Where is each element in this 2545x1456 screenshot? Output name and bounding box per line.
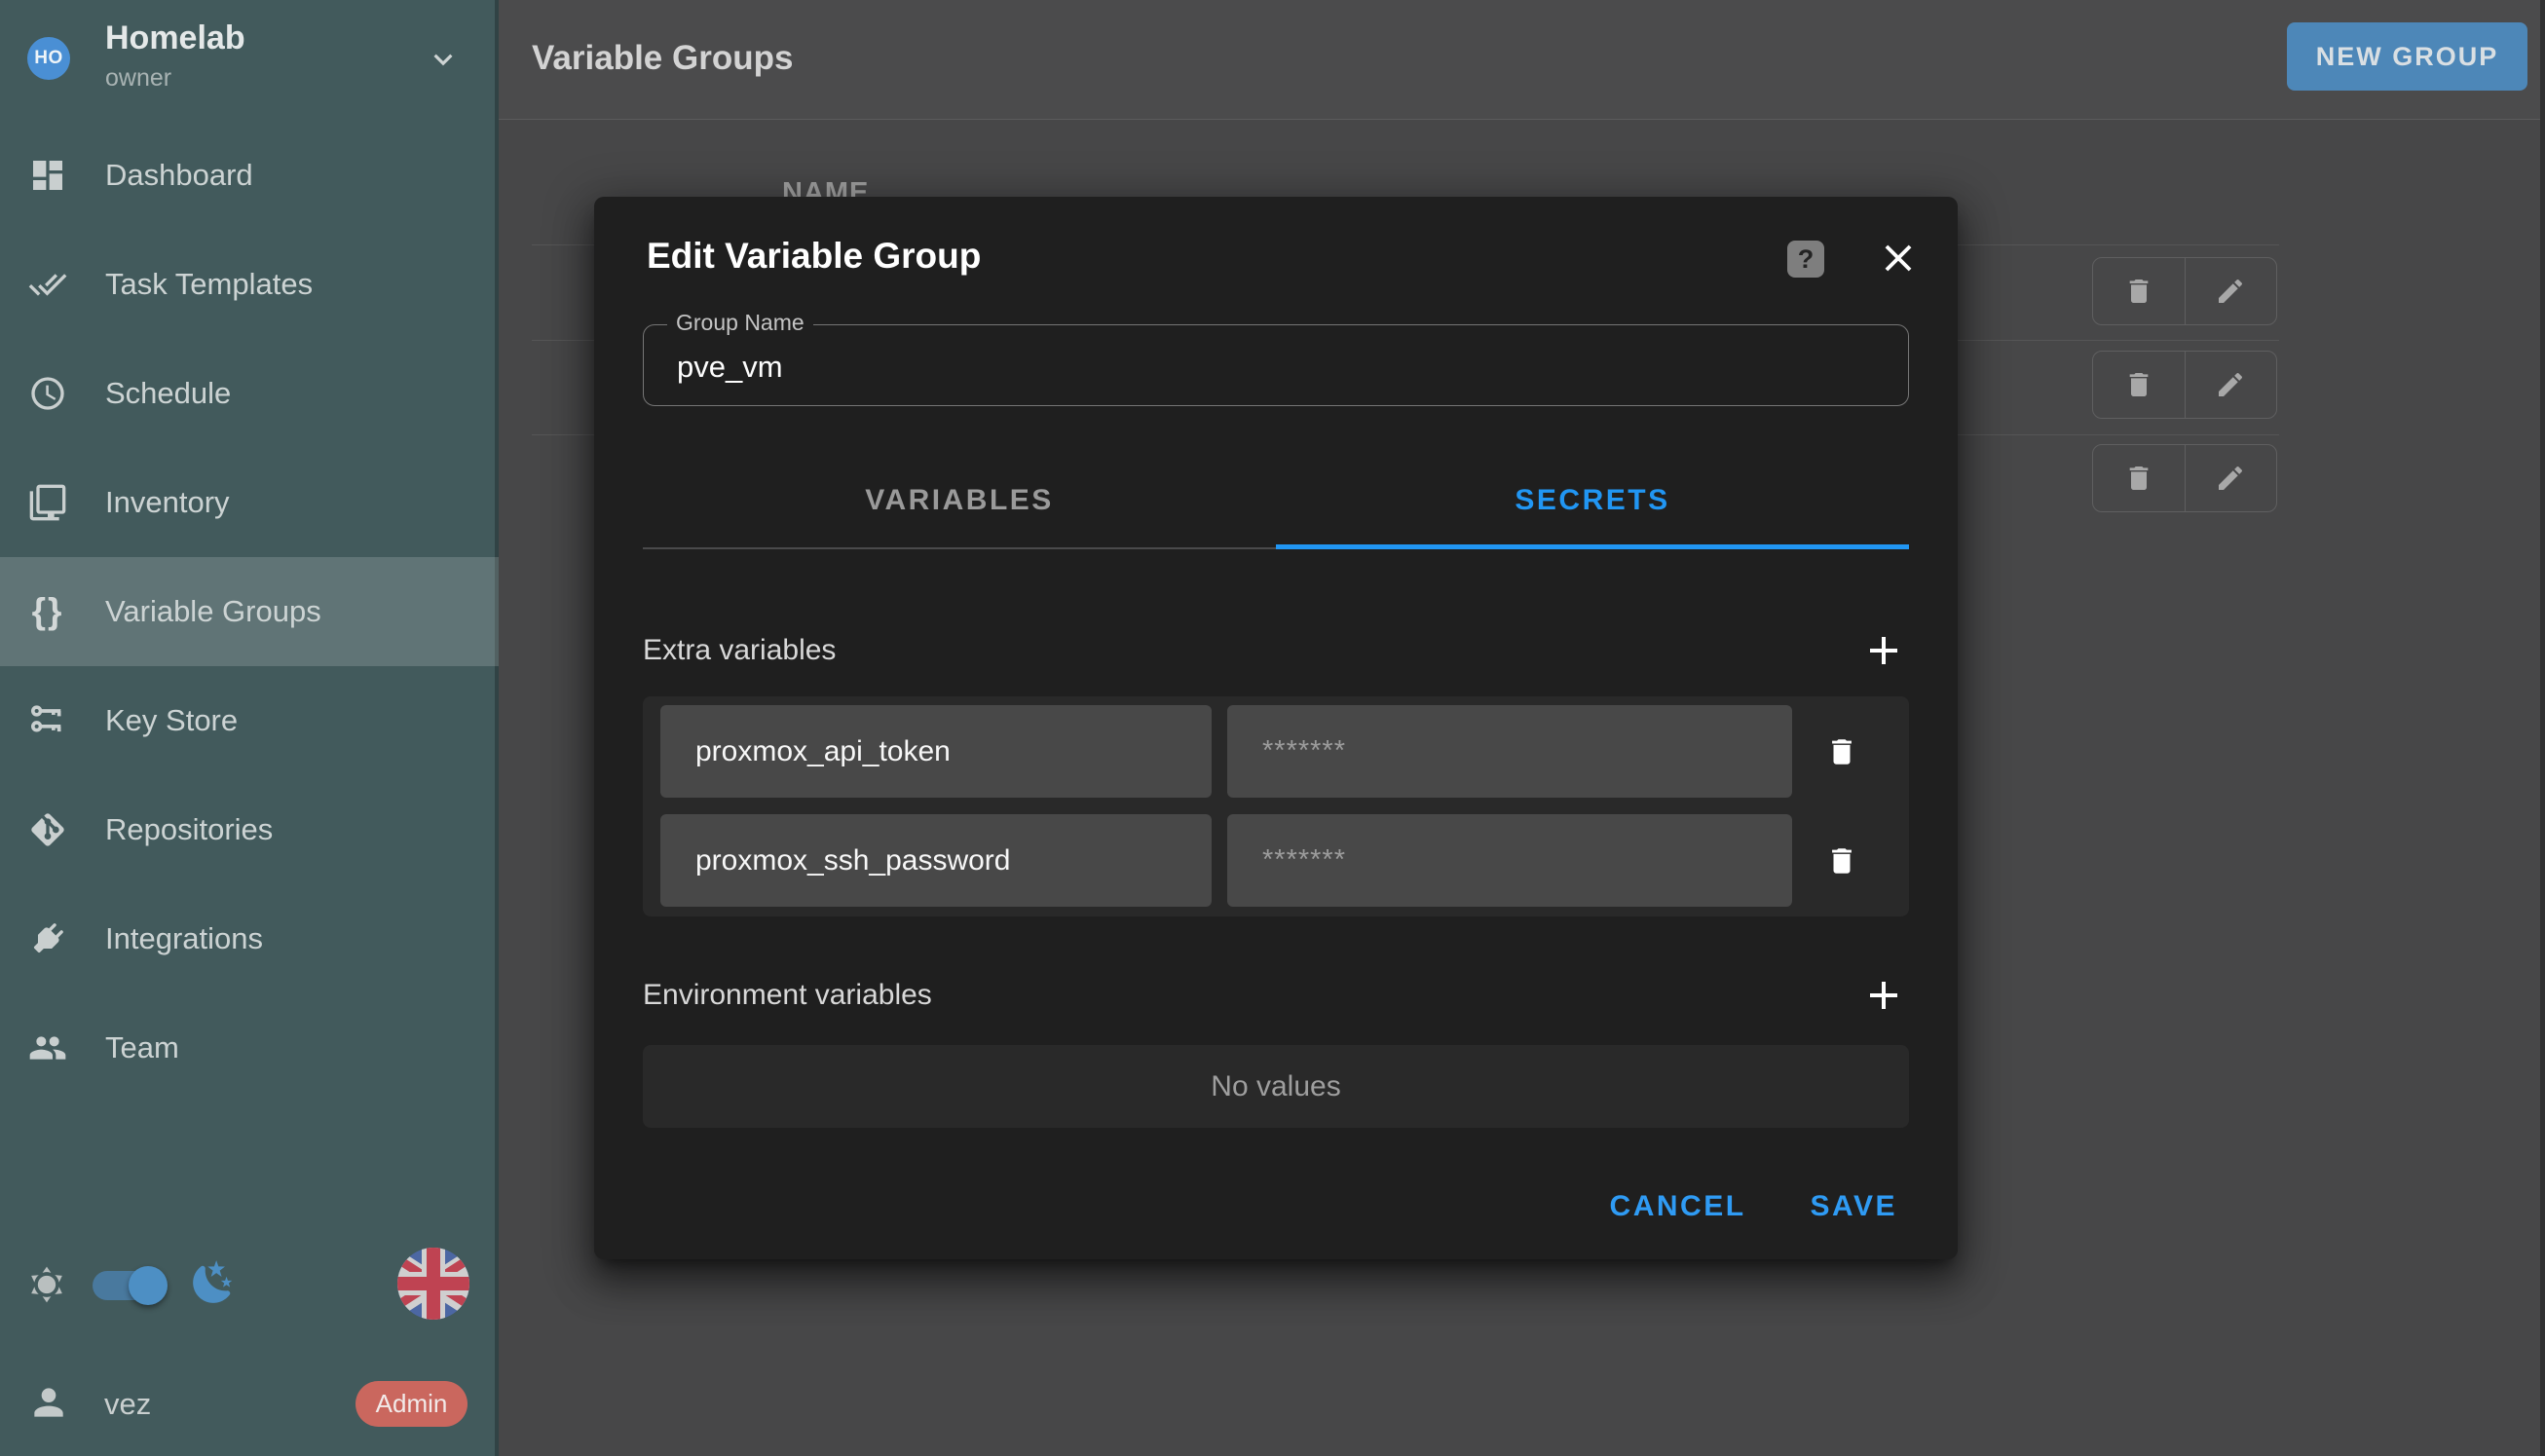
edit-group-button[interactable] (2185, 352, 2277, 418)
toggle-knob (129, 1266, 168, 1305)
pencil-icon (2215, 463, 2246, 494)
save-button[interactable]: SAVE (1793, 1178, 1915, 1235)
edit-variable-group-dialog: Edit Variable Group ? Group Name pve_vm … (594, 197, 1958, 1259)
extra-variables-label: Extra variables (643, 634, 836, 667)
git-icon (27, 809, 68, 850)
dark-mode-toggle[interactable] (93, 1271, 166, 1300)
dashboard-icon (27, 155, 68, 196)
environment-variables-header: Environment variables (643, 968, 1909, 1023)
edit-group-button[interactable] (2185, 445, 2277, 511)
monitor-icon (27, 482, 68, 523)
trash-icon (1825, 844, 1858, 877)
dialog-tabs: VARIABLES SECRETS (643, 452, 1909, 549)
project-switcher[interactable]: HO Homelab owner (0, 0, 499, 117)
sidebar-item-label: Repositories (105, 812, 273, 847)
sidebar: HO Homelab owner Dashboard Task Template… (0, 0, 499, 1456)
sidebar-nav: Dashboard Task Templates Schedule Invent… (0, 121, 499, 1102)
environment-variables-empty: No values (643, 1045, 1909, 1128)
new-group-button[interactable]: NEW GROUP (2287, 22, 2527, 91)
secret-row: proxmox_ssh_password ******* (660, 814, 1891, 907)
sidebar-item-label: Integrations (105, 921, 263, 956)
add-extra-variable-button[interactable] (1860, 627, 1907, 674)
scrollbar[interactable] (2540, 0, 2545, 1456)
extra-variables-header: Extra variables (643, 623, 1909, 678)
extra-variables-panel: proxmox_api_token ******* proxmox_ssh_pa… (643, 696, 1909, 916)
sidebar-item-label: Task Templates (105, 267, 313, 302)
project-avatar: HO (27, 37, 70, 80)
page-title: Variable Groups (532, 39, 793, 78)
sidebar-item-integrations[interactable]: Integrations (0, 884, 499, 993)
tab-underline-active (1276, 544, 1909, 549)
pencil-icon (2215, 369, 2246, 400)
sidebar-item-label: Schedule (105, 376, 231, 411)
table-row-actions (2092, 351, 2277, 419)
sidebar-item-key-store[interactable]: Key Store (0, 666, 499, 775)
delete-secret-button[interactable] (1792, 735, 1891, 768)
sidebar-item-label: Key Store (105, 703, 238, 738)
delete-group-button[interactable] (2093, 352, 2185, 418)
plus-icon (1860, 627, 1907, 674)
user-menu[interactable]: vez Admin (0, 1368, 499, 1446)
pencil-icon (2215, 276, 2246, 307)
close-icon[interactable] (1876, 236, 1921, 280)
sidebar-item-label: Team (105, 1030, 179, 1065)
sidebar-item-task-templates[interactable]: Task Templates (0, 230, 499, 339)
trash-icon (2123, 276, 2154, 307)
project-role: owner (105, 64, 171, 93)
environment-variables-label: Environment variables (643, 979, 932, 1012)
sun-icon (25, 1263, 68, 1306)
sidebar-item-schedule[interactable]: Schedule (0, 339, 499, 448)
plus-icon (1860, 972, 1907, 1019)
sidebar-item-label: Dashboard (105, 158, 253, 193)
sidebar-item-inventory[interactable]: Inventory (0, 448, 499, 557)
sidebar-item-repositories[interactable]: Repositories (0, 775, 499, 884)
moon-stars-icon (189, 1258, 238, 1307)
secret-key-input[interactable]: proxmox_ssh_password (660, 814, 1212, 907)
admin-badge: Admin (356, 1381, 468, 1427)
chevron-down-icon (425, 41, 462, 78)
dialog-title: Edit Variable Group (647, 236, 981, 277)
group-name-field[interactable]: Group Name pve_vm (643, 324, 1909, 406)
trash-icon (2123, 463, 2154, 494)
trash-icon (2123, 369, 2154, 400)
secret-key-input[interactable]: proxmox_api_token (660, 705, 1212, 798)
tab-variables[interactable]: VARIABLES (643, 452, 1276, 549)
sidebar-item-dashboard[interactable]: Dashboard (0, 121, 499, 230)
person-icon (27, 1381, 70, 1424)
sidebar-item-variable-groups[interactable]: {} Variable Groups (0, 557, 499, 666)
project-name: Homelab (105, 19, 245, 57)
delete-group-button[interactable] (2093, 258, 2185, 324)
sidebar-item-team[interactable]: Team (0, 993, 499, 1102)
clock-icon (27, 373, 68, 414)
tab-underline-inactive (643, 547, 1276, 549)
secret-value-input[interactable]: ******* (1227, 705, 1792, 798)
tab-secrets[interactable]: SECRETS (1276, 452, 1909, 549)
trash-icon (1825, 735, 1858, 768)
group-name-label: Group Name (667, 310, 813, 336)
dialog-actions: CANCEL SAVE (1592, 1178, 1915, 1235)
braces-icon: {} (27, 591, 68, 632)
group-name-value: pve_vm (677, 350, 783, 385)
language-flag-uk[interactable] (397, 1248, 469, 1320)
table-row-actions (2092, 257, 2277, 325)
sidebar-item-label: Inventory (105, 485, 230, 520)
table-row-actions (2092, 444, 2277, 512)
secret-row: proxmox_api_token ******* (660, 705, 1891, 798)
secret-value-input[interactable]: ******* (1227, 814, 1792, 907)
people-icon (27, 1027, 68, 1068)
top-bar: Variable Groups NEW GROUP (499, 0, 2545, 120)
add-environment-variable-button[interactable] (1860, 972, 1907, 1019)
username: vez (104, 1387, 151, 1422)
theme-row (0, 1248, 499, 1325)
sidebar-item-label: Variable Groups (105, 594, 321, 629)
cancel-button[interactable]: CANCEL (1592, 1178, 1764, 1235)
help-button[interactable]: ? (1787, 241, 1824, 278)
keys-icon (27, 700, 68, 741)
edit-group-button[interactable] (2185, 258, 2277, 324)
delete-group-button[interactable] (2093, 445, 2185, 511)
double-check-icon (27, 264, 68, 305)
plug-icon (27, 918, 68, 959)
delete-secret-button[interactable] (1792, 844, 1891, 877)
